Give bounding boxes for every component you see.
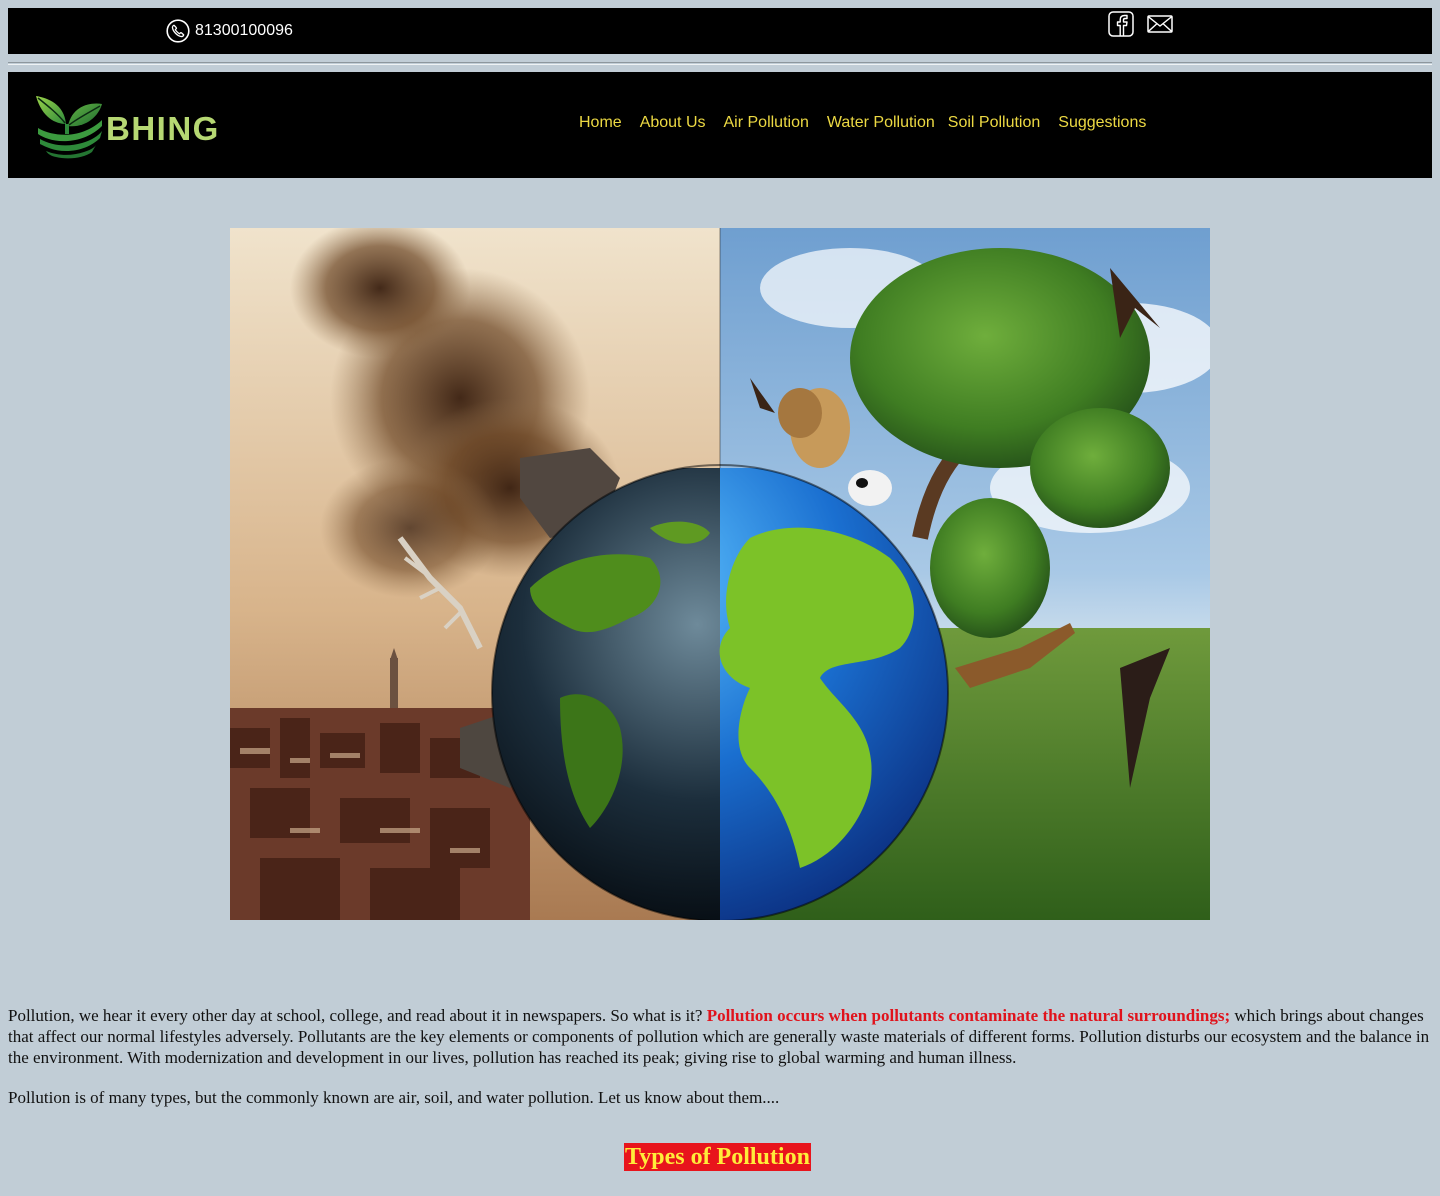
nav-soil-pollution[interactable]: Soil Pollution — [948, 114, 1041, 132]
intro-text-start: Pollution, we hear it every other day at… — [8, 1006, 703, 1025]
site-header: BHING Home About Us Air Pollution Water … — [8, 72, 1432, 178]
leaf-icon — [36, 96, 102, 159]
hero-image — [230, 228, 1210, 920]
intro-highlight: Pollution occurs when pollutants contami… — [706, 1006, 1231, 1025]
divider — [8, 62, 1432, 65]
nav-about-us[interactable]: About Us — [640, 114, 706, 132]
phone-icon — [166, 19, 190, 43]
logo[interactable]: BHING — [34, 94, 220, 160]
logo-text: BHING — [106, 109, 220, 147]
nav-home[interactable]: Home — [579, 114, 622, 132]
types-of-pollution-heading: Types of Pollution — [624, 1143, 811, 1171]
nav-water-pollution[interactable]: Water Pollution — [827, 114, 935, 132]
nav-suggestions[interactable]: Suggestions — [1058, 114, 1146, 132]
phone-contact[interactable]: 81300100096 — [166, 19, 293, 43]
social-links — [1108, 11, 1173, 37]
intro-paragraph: Pollution, we hear it every other day at… — [8, 1005, 1432, 1068]
mail-icon[interactable] — [1147, 14, 1173, 34]
phone-number: 81300100096 — [195, 22, 293, 39]
nav-air-pollution[interactable]: Air Pollution — [724, 114, 809, 132]
facebook-icon[interactable] — [1108, 11, 1134, 37]
types-intro-paragraph: Pollution is of many types, but the comm… — [8, 1088, 780, 1107]
top-contact-bar: 81300100096 — [8, 8, 1432, 54]
main-nav: Home About Us Air Pollution Water Pollut… — [579, 114, 1146, 132]
